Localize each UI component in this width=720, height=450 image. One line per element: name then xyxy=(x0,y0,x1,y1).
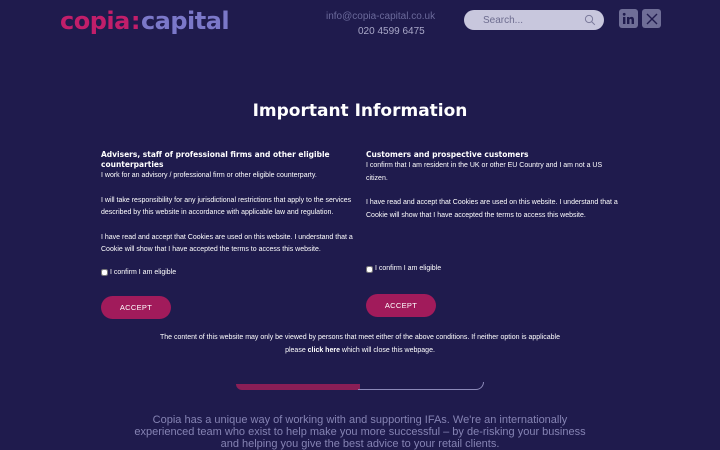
decorative-bar-right xyxy=(358,382,484,390)
advisers-accept-button[interactable]: ACCEPT xyxy=(101,296,171,319)
customers-paragraph-1: I confirm that I am resident in the UK o… xyxy=(366,162,603,182)
advisers-confirm-row[interactable]: I confirm I am eligible xyxy=(101,267,356,280)
close-page-link[interactable]: click here xyxy=(308,347,340,354)
modal-title: Important Information xyxy=(252,101,468,121)
customers-confirm-checkbox[interactable] xyxy=(366,265,373,273)
customers-heading: Customers and prospective customers xyxy=(366,150,529,159)
advisers-confirm-checkbox[interactable] xyxy=(101,269,108,277)
search-icon[interactable] xyxy=(584,14,596,26)
advisers-heading: Advisers, staff of professional firms an… xyxy=(101,150,330,169)
customers-paragraph-2: I have read and accept that Cookies are … xyxy=(366,199,618,219)
site-logo[interactable]: copia:capital xyxy=(60,7,230,35)
advisers-column: Advisers, staff of professional firms an… xyxy=(101,150,356,279)
logo-text-capital: capital xyxy=(140,7,230,35)
advisers-paragraph-2: I will take responsibility for any juris… xyxy=(101,196,352,217)
customers-confirm-label: I confirm I am eligible xyxy=(375,265,442,272)
intro-text: Copia has a unique way of working with a… xyxy=(134,414,586,450)
logo-text-copia: copia xyxy=(60,7,130,35)
contact-phone-link[interactable]: 020 4599 6475 xyxy=(358,26,425,37)
decorative-bar-left xyxy=(236,384,360,390)
advisers-confirm-label: I confirm I am eligible xyxy=(110,268,177,276)
advisers-paragraph-1: I work for an advisory / professional fi… xyxy=(101,172,317,179)
customers-column: Customers and prospective customers I co… xyxy=(366,150,621,276)
customers-accept-button[interactable]: ACCEPT xyxy=(366,294,436,317)
logo-colon: : xyxy=(130,7,141,35)
x-icon[interactable] xyxy=(642,9,661,28)
search-box xyxy=(464,10,604,30)
footnote-text-after: which will close this webpage. xyxy=(339,346,435,354)
linkedin-icon[interactable] xyxy=(619,9,638,28)
modal-footnote: The content of this website may only be … xyxy=(150,332,570,357)
advisers-paragraph-3: I have read and accept that Cookies are … xyxy=(101,233,353,254)
contact-email-link[interactable]: info@copia-capital.co.uk xyxy=(326,11,435,22)
customers-confirm-row[interactable]: I confirm I am eligible xyxy=(366,263,621,276)
search-input[interactable] xyxy=(483,14,583,26)
